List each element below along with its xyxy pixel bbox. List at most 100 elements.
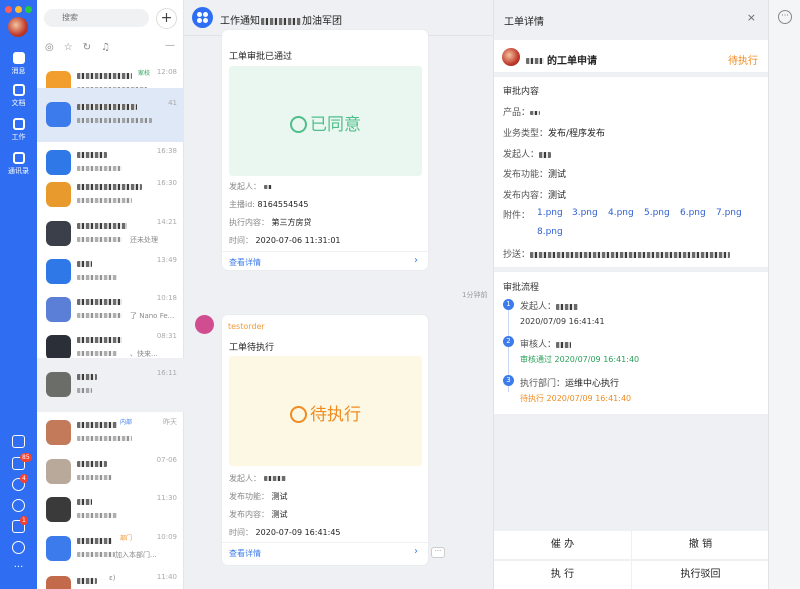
conversation-snippet: 了 Nano Fe... <box>130 312 175 320</box>
detail-row: 产品： <box>503 105 541 118</box>
message-more-button[interactable]: ··· <box>431 547 445 558</box>
chat-title: 工作通知 加油军团 <box>220 12 342 27</box>
nav-label: 消息 <box>11 67 26 75</box>
view-details-link[interactable]: 查看详情 <box>229 257 261 268</box>
conversation-time: 41 <box>168 99 177 107</box>
conversation-name <box>77 73 132 79</box>
close-icon[interactable]: × <box>747 11 756 24</box>
field-value: 2020-07-06 11:31:01 <box>255 236 341 245</box>
document-icon <box>12 84 25 96</box>
detail-label: 发布功能： <box>503 170 549 180</box>
more-icon[interactable]: ··· <box>0 562 37 573</box>
more-options-icon[interactable]: ··· <box>778 10 792 24</box>
stamp-text: 已同意 <box>310 115 361 135</box>
card-field: 发起人： <box>229 473 286 484</box>
step-label-text: 发起人： <box>520 302 557 312</box>
minimize-window-icon[interactable] <box>15 6 22 13</box>
conversation-name <box>77 461 107 467</box>
chat-title-suffix: 加油军团 <box>302 16 342 27</box>
detail-panel: 工单详情 × 的工单申请 待执行 审批内容 产品： 业务类型：发布/程序发布 发… <box>493 0 769 589</box>
list-item[interactable]: 41 <box>37 88 184 142</box>
detail-value: 发布/程序发布 <box>548 129 606 139</box>
chevron-right-icon[interactable]: › <box>414 255 418 266</box>
cc-row: 抄送： <box>503 247 731 260</box>
attachment-link[interactable]: 7.png <box>716 208 742 218</box>
application-title: 的工单申请 <box>526 52 597 67</box>
contacts-icon <box>12 152 25 164</box>
avatar <box>46 497 71 522</box>
field-label: 发起人： <box>229 182 261 191</box>
conversation-name <box>77 299 122 305</box>
field-value: 第三方房贷 <box>271 218 312 227</box>
attachment-link[interactable]: 3.png <box>572 208 598 218</box>
field-value: 测试 <box>271 492 288 501</box>
approved-stamp: 已同意 <box>229 66 422 176</box>
nav-documents[interactable]: 文档 <box>0 84 37 108</box>
attachments-label: 附件： <box>503 211 531 221</box>
add-button[interactable]: + <box>156 8 177 29</box>
maximize-window-icon[interactable] <box>25 6 32 13</box>
card-field: 时间： 2020-07-09 16:41:45 <box>229 527 341 538</box>
search-input[interactable] <box>44 9 149 27</box>
nav-work[interactable]: 工作 <box>0 118 37 142</box>
collapse-icon[interactable]: — <box>165 40 175 51</box>
attachment-link[interactable]: 5.png <box>644 208 670 218</box>
execute-button[interactable]: 执 行 <box>494 561 631 589</box>
check-circle-icon <box>290 116 307 133</box>
field-value: 8164554545 <box>257 200 309 209</box>
redacted-value <box>539 151 552 158</box>
help-icon[interactable] <box>12 435 25 448</box>
filter-icons[interactable]: ◎☆↻♫ <box>45 42 120 53</box>
view-details-link[interactable]: 查看详情 <box>229 548 261 559</box>
chevron-right-icon[interactable]: › <box>414 546 418 557</box>
redacted-cc-list <box>530 251 731 258</box>
conversation-name <box>77 374 97 380</box>
card-field: 时间： 2020-07-06 11:31:01 <box>229 235 341 246</box>
conversation-snippet: 还未处理 <box>130 236 158 244</box>
attachment-link[interactable]: 4.png <box>608 208 634 218</box>
conversation-time: 昨天 <box>163 418 177 426</box>
conversation-preview <box>77 275 117 280</box>
user-avatar[interactable] <box>8 17 28 37</box>
attachment-link[interactable]: 8.png <box>537 227 563 237</box>
revoke-button[interactable]: 撤 销 <box>632 531 769 559</box>
sender-avatar <box>195 315 214 334</box>
list-item[interactable]: ε) 11:40 <box>37 562 184 589</box>
close-window-icon[interactable] <box>5 6 12 13</box>
urge-button[interactable]: 催 办 <box>494 531 631 559</box>
conversation-preview <box>77 513 117 518</box>
detail-label: 发起人： <box>503 150 540 160</box>
step-value: 运维中心执行 <box>565 379 620 389</box>
step-number: 1 <box>503 299 514 310</box>
avatar <box>46 182 71 207</box>
redacted-name <box>526 58 544 64</box>
nav-contacts[interactable]: 通讯录 <box>0 152 37 176</box>
conversation-name <box>77 104 137 110</box>
conversation-preview <box>77 237 122 242</box>
avatar <box>46 420 71 445</box>
attachment-link[interactable]: 1.png <box>537 208 563 218</box>
card-field: 发布功能： 测试 <box>229 491 288 502</box>
conversation-name <box>77 422 117 428</box>
mail-badge: 1 <box>20 516 28 525</box>
pending-card: 工单待执行 待执行 发起人： 发布功能： 测试 发布内容： 测试 时间： 202… <box>222 315 428 565</box>
list-item[interactable]: 16:11 <box>37 358 184 412</box>
step-time: 待执行 2020/07/09 16:41:40 <box>520 394 632 403</box>
conversation-time: 14:21 <box>156 218 177 226</box>
detail-row: 业务类型：发布/程序发布 <box>503 126 605 139</box>
nav-messages[interactable]: 消息 <box>0 52 37 76</box>
attachment-link[interactable]: 6.png <box>680 208 706 218</box>
detail-row: 发布功能：测试 <box>503 167 566 180</box>
apps-icon[interactable] <box>12 541 25 554</box>
detail-row: 发起人： <box>503 147 552 160</box>
phone-icon[interactable] <box>12 499 25 512</box>
reject-execution-button[interactable]: 执行驳回 <box>632 561 769 589</box>
conversation-time: 16:11 <box>156 369 177 377</box>
pending-stamp: 待执行 <box>229 356 422 466</box>
conversation-name <box>77 538 112 544</box>
redacted-name <box>261 17 301 25</box>
work-notification-logo <box>192 7 213 28</box>
status-badge: 待执行 <box>728 56 758 67</box>
panel-title: 工单详情 <box>504 17 544 28</box>
chat-icon <box>12 52 25 64</box>
